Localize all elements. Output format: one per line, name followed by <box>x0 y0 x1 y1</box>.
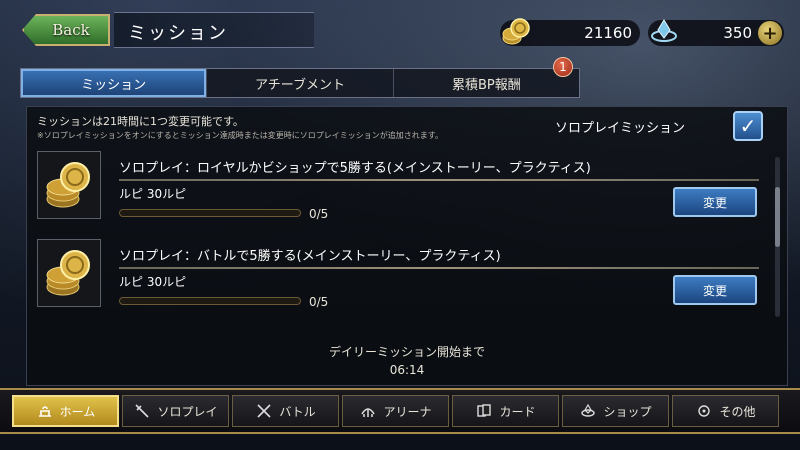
tab-missions-label: ミッション <box>81 77 147 93</box>
mission-info-note: ※ソロプレイミッションをオンにするとミッション達成時または変更時にソロプレイミッ… <box>37 131 443 140</box>
nav-arena-label: アリーナ <box>383 404 432 419</box>
rupee-coins-icon <box>37 239 101 307</box>
swords-icon <box>133 402 151 420</box>
gold-counter: 21160 <box>500 18 640 46</box>
gold-amount: 21160 <box>584 24 632 42</box>
crystal-icon <box>646 14 682 50</box>
mission-tabs: ミッション アチーブメント 累積BP報酬 1 <box>20 57 580 98</box>
mission-info-text: ミッションは21時間に1つ変更可能です。 <box>37 115 244 128</box>
nav-other-label: その他 <box>719 404 756 419</box>
page-title: ミッション <box>114 12 314 48</box>
checkmark-icon: ✓ <box>739 114 757 138</box>
tab-bp-rewards[interactable]: 累積BP報酬 1 <box>394 57 579 97</box>
mission-progress-bar <box>119 209 301 217</box>
mission-divider <box>119 267 759 269</box>
tab-missions[interactable]: ミッション <box>21 69 208 97</box>
crystal-amount: 350 <box>723 24 752 42</box>
nav-battle[interactable]: バトル <box>232 395 339 427</box>
nav-cards[interactable]: カード <box>452 395 559 427</box>
arena-icon <box>359 402 377 420</box>
change-mission-label: 変更 <box>702 283 727 298</box>
nav-battle-label: バトル <box>279 404 316 419</box>
nav-solo-play[interactable]: ソロプレイ <box>122 395 229 427</box>
nav-home[interactable]: ホーム <box>12 395 119 427</box>
daily-mission-countdown-time: 06:14 <box>389 363 425 377</box>
back-button[interactable]: Back <box>22 14 110 46</box>
tab-bp-rewards-label: 累積BP報酬 <box>451 77 521 93</box>
cards-icon <box>475 402 493 420</box>
add-crystals-button[interactable]: + <box>758 21 782 45</box>
nav-solo-play-label: ソロプレイ <box>157 404 218 419</box>
mission-title: ソロプレイ：ロイヤルかビショップで5勝する(メインストーリー、プラクティス) <box>119 161 591 176</box>
solo-mission-checkbox[interactable]: ✓ <box>733 111 763 141</box>
nav-arena[interactable]: アリーナ <box>342 395 449 427</box>
bottom-navigation: ホーム ソロプレイ バトル アリーナ カード ショップ その他 <box>0 388 800 434</box>
notification-badge: 1 <box>552 57 573 77</box>
tab-achievements-label: アチーブメント <box>255 77 345 93</box>
change-mission-button[interactable]: 変更 <box>673 187 757 217</box>
nav-shop-label: ショップ <box>603 404 652 419</box>
mission-divider <box>119 179 759 181</box>
daily-mission-countdown-label: デイリーミッション開始まで <box>328 345 485 359</box>
tab-achievements[interactable]: アチーブメント <box>207 69 394 97</box>
mission-progress-text: 0/5 <box>309 295 329 309</box>
mission-row: ソロプレイ：ロイヤルかビショップで5勝する(メインストーリー、プラクティス) ル… <box>37 151 767 223</box>
crystal-counter: 350 + <box>648 19 784 46</box>
solo-mission-toggle-label: ソロプレイミッション <box>555 121 686 136</box>
mission-progress-bar <box>119 297 301 305</box>
mission-panel: ミッションは21時間に1つ変更可能です。 ※ソロプレイミッションをオンにするとミ… <box>26 106 788 386</box>
mission-scrollbar[interactable] <box>775 157 780 317</box>
page-title-text: ミッション <box>128 23 228 44</box>
crossed-swords-icon <box>255 402 273 420</box>
gold-coins-icon <box>498 14 534 50</box>
scrollbar-thumb[interactable] <box>775 187 780 247</box>
back-button-label: Back <box>52 21 90 39</box>
change-mission-label: 変更 <box>702 195 727 210</box>
mission-title: ソロプレイ：バトルで5勝する(メインストーリー、プラクティス) <box>119 249 501 264</box>
nav-shop[interactable]: ショップ <box>562 395 669 427</box>
nav-home-label: ホーム <box>59 404 96 419</box>
home-icon <box>36 402 54 420</box>
other-icon <box>695 402 713 420</box>
nav-cards-label: カード <box>499 404 536 419</box>
change-mission-button[interactable]: 変更 <box>673 275 757 305</box>
rupee-coins-icon <box>37 151 101 219</box>
mission-row: ソロプレイ：バトルで5勝する(メインストーリー、プラクティス) ルピ 30ルピ … <box>37 239 767 311</box>
mission-progress-text: 0/5 <box>309 207 329 221</box>
mission-reward: ルピ 30ルピ <box>119 187 187 201</box>
mission-reward: ルピ 30ルピ <box>119 275 187 289</box>
nav-other[interactable]: その他 <box>672 395 779 427</box>
shop-icon <box>579 402 597 420</box>
